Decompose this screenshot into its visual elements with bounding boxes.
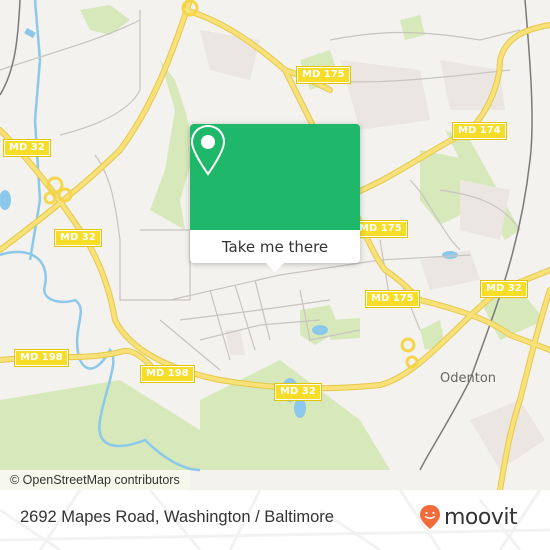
road-shield-md198: MD 198 [140,365,195,383]
moovit-logo[interactable]: moovit [419,504,518,530]
brand-name: moovit [444,504,518,530]
map-area[interactable]: MD 175 MD 174 MD 32 MD 32 MD 175 MD 175 … [0,0,550,490]
map-pin-icon [190,124,226,176]
road-shield-md198: MD 198 [14,349,69,367]
road-shield-md175: MD 175 [353,220,408,238]
popup-header [190,124,360,230]
road-shield-md32: MD 32 [54,229,102,247]
map-attribution[interactable]: © OpenStreetMap contributors [0,470,190,490]
address-text: 2692 Mapes Road, Washington / Baltimore [20,508,334,526]
road-shield-md175: MD 175 [365,290,420,308]
road-shield-md175: MD 175 [296,66,351,84]
take-me-there-button[interactable]: Take me there [190,230,360,263]
location-popup: Take me there [190,124,360,272]
road-shield-md174: MD 174 [452,122,507,140]
road-shield-md32: MD 32 [274,383,322,401]
popup-pointer [266,263,284,272]
road-shield-md32: MD 32 [3,139,51,157]
road-shield-md32: MD 32 [480,280,528,298]
moovit-pin-icon [420,505,440,529]
place-label-odenton: Odenton [440,371,497,386]
